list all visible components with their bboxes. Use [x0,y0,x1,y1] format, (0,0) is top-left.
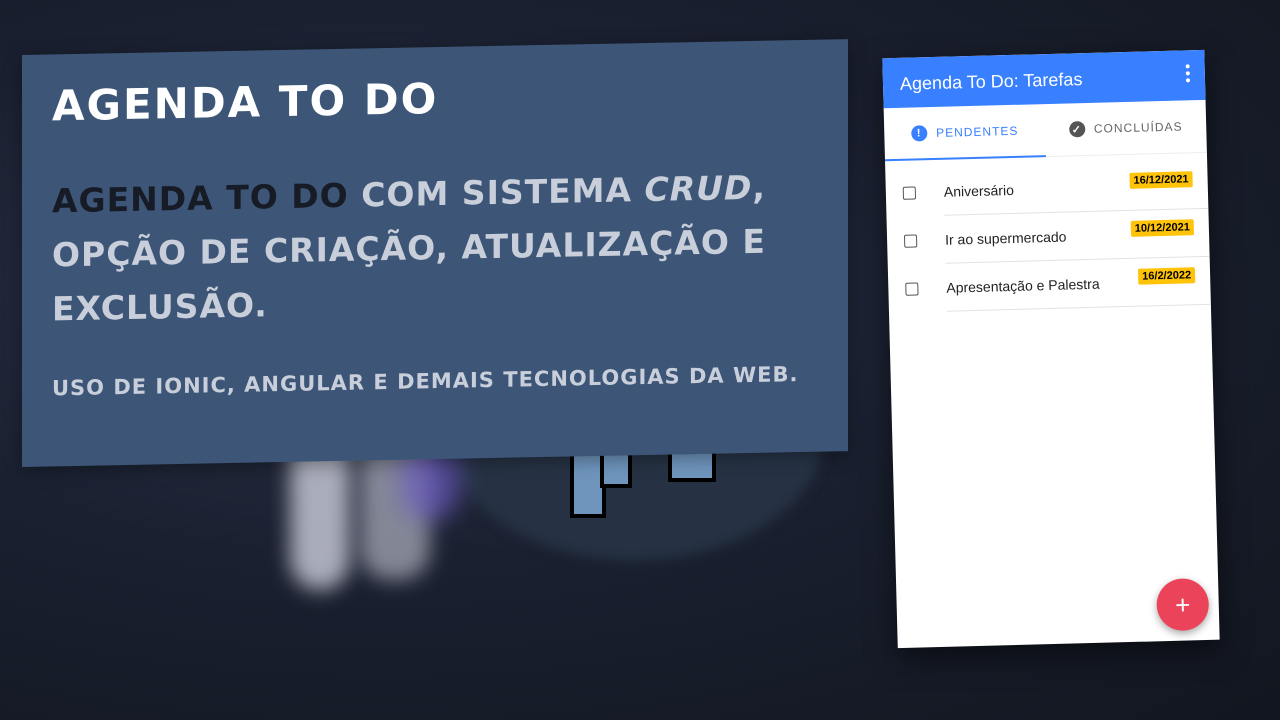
app-title: Agenda To Do: Tarefas [899,69,1083,94]
task-checkbox[interactable] [905,281,919,296]
task-checkbox[interactable] [902,185,917,200]
task-label: Apresentação e Palestra [946,275,1100,296]
app-toolbar: Agenda To Do: Tarefas [882,49,1206,109]
info-banner: Agenda To Do Agenda To Do com sistema CR… [22,39,848,468]
list-item[interactable]: Ir ao supermercado 10/12/2021 [886,209,1210,265]
segment-tabs: ! PENDENTES ✓ CONCLUÍDAS [883,99,1207,162]
tab-label: PENDENTES [935,123,1019,140]
list-item[interactable]: Aniversário 16/12/2021 [885,161,1209,217]
banner-desc-text: com sistema [348,170,645,215]
add-task-button[interactable]: + [1156,577,1210,632]
checkmark-circle-icon: ✓ [1068,121,1086,138]
task-checkbox[interactable] [903,233,918,248]
banner-title: Agenda To Do [52,74,439,131]
task-label: Ir ao supermercado [944,228,1067,248]
plus-icon: + [1174,588,1191,620]
banner-subtitle: Uso de Ionic, Angular e demais tecnologi… [52,362,799,401]
banner-highlight: Agenda To Do [52,175,349,221]
tab-label: CONCLUÍDAS [1093,119,1183,136]
date-badge: 16/2/2022 [1137,267,1196,285]
divider [946,303,1211,312]
tab-concluidas[interactable]: ✓ CONCLUÍDAS [1045,100,1207,156]
banner-description: Agenda To Do com sistema CRUD, opção de … [52,160,792,336]
date-badge: 10/12/2021 [1130,219,1195,237]
tab-pendentes[interactable]: ! PENDENTES [884,104,1046,160]
date-badge: 16/12/2021 [1129,171,1193,189]
list-item[interactable]: Apresentação e Palestra 16/2/2022 [888,257,1211,313]
task-label: Aniversário [943,181,1015,200]
banner-desc-italic: CRUD [644,167,753,210]
alert-circle-icon: ! [910,125,928,142]
more-vertical-icon[interactable] [1185,64,1192,84]
task-list: Aniversário 16/12/2021 Ir ao supermercad… [885,161,1211,313]
app-screen: Agenda To Do: Tarefas ! PENDENTES ✓ CONC… [882,49,1220,649]
